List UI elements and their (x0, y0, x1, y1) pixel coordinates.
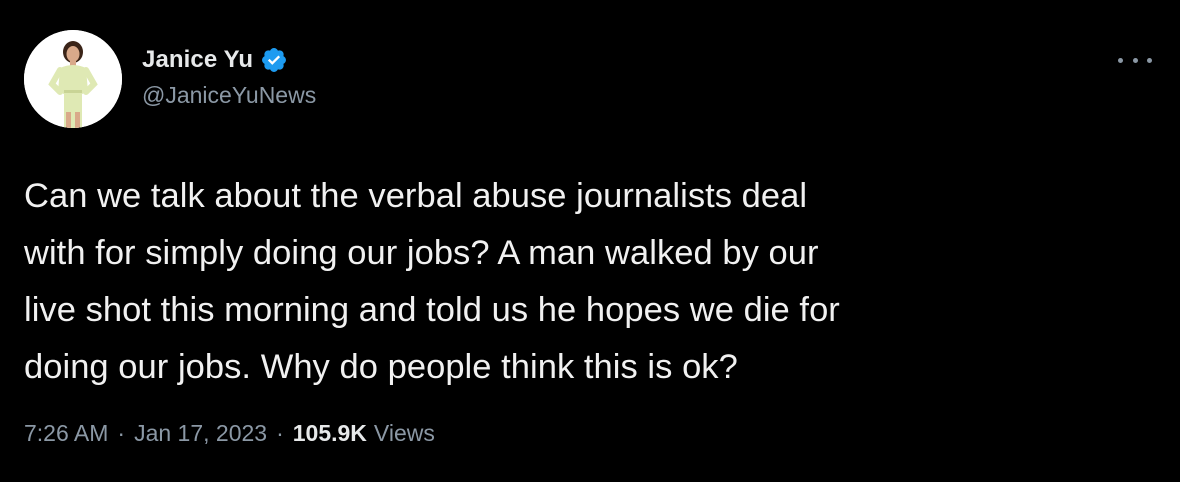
separator: · (276, 420, 284, 446)
tweet-card: Janice Yu @JaniceYuNews Can we talk abou… (0, 0, 1180, 482)
tweet-text-line: Can we talk about the verbal abuse journ… (24, 177, 808, 215)
tweet-text-line: doing our jobs. Why do people think this… (24, 348, 738, 386)
views-count: 105.9K (292, 420, 367, 446)
tweet-time[interactable]: 7:26 AM (24, 420, 108, 447)
tweet-date[interactable]: Jan 17, 2023 (134, 420, 267, 447)
name-row: Janice Yu (142, 42, 316, 78)
user-handle[interactable]: @JaniceYuNews (142, 82, 316, 109)
separator: · (117, 420, 126, 446)
display-name[interactable]: Janice Yu (142, 46, 253, 74)
tweet-text-line: live shot this morning and told us he ho… (24, 291, 840, 329)
tweet-text: Can we talk about the verbal abuse journ… (24, 168, 1134, 396)
tweet-metadata: 7:26 AM · Jan 17, 2023 · 105.9K Views (24, 420, 435, 447)
author-info: Janice Yu @JaniceYuNews (142, 42, 316, 109)
avatar[interactable] (24, 30, 122, 128)
verified-badge-icon[interactable] (260, 46, 288, 74)
avatar-image (24, 30, 122, 128)
more-horizontal-icon (1118, 57, 1123, 63)
tweet-text-line: with for simply doing our jobs? A man wa… (24, 234, 819, 272)
more-options-button[interactable] (1118, 50, 1152, 70)
more-horizontal-icon (1147, 57, 1152, 63)
views-label: Views (373, 420, 435, 446)
more-horizontal-icon (1132, 57, 1138, 63)
